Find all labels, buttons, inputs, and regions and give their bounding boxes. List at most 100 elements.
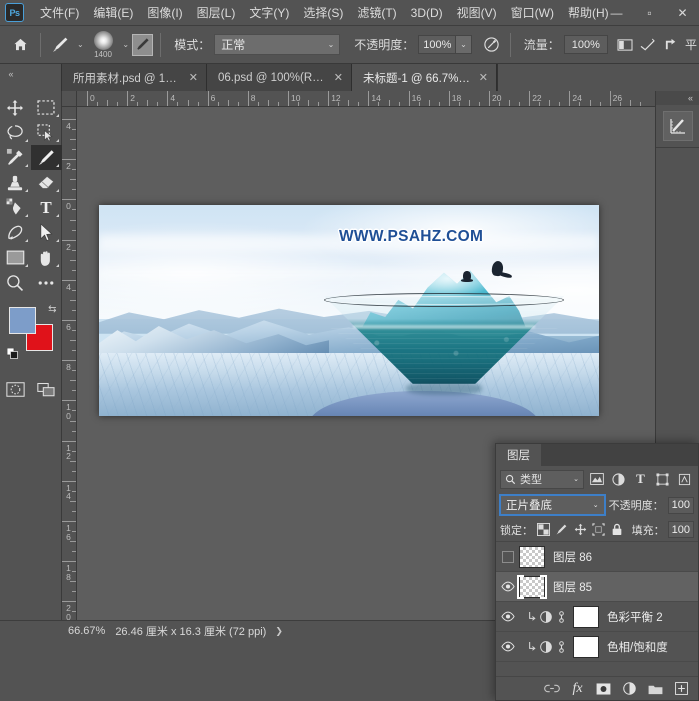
filter-adjustment-icon[interactable]: [609, 470, 628, 489]
brush-preset-picker[interactable]: ⌄: [48, 33, 87, 57]
link-layers-icon[interactable]: [543, 680, 560, 697]
chevron-down-icon[interactable]: ⌄: [74, 40, 87, 49]
symmetry-button[interactable]: [660, 33, 683, 57]
filter-shape-icon[interactable]: [653, 470, 672, 489]
horizontal-ruler[interactable]: 0 2 4 6 8 10 12 14 16 18 20 22 24 26: [62, 91, 655, 107]
layer-list[interactable]: 图层 86 图层 85 色彩平衡 2 色相/饱和度: [496, 542, 698, 676]
opacity-input[interactable]: 100%: [418, 35, 457, 54]
add-layer-mask-icon[interactable]: [595, 680, 612, 697]
tab-layers[interactable]: 图层: [496, 444, 541, 466]
brush-size-preview[interactable]: 1400: [87, 30, 120, 59]
layer-opacity-input[interactable]: 100: [667, 496, 694, 514]
maximize-button[interactable]: ▫: [633, 0, 666, 26]
layer-name[interactable]: 图层 86: [553, 549, 592, 565]
menu-type[interactable]: 文字(Y): [242, 0, 296, 25]
lock-position-icon[interactable]: [573, 521, 588, 538]
layer-thumbnail[interactable]: [573, 605, 599, 628]
mask-link-icon[interactable]: [555, 610, 568, 623]
document-tab[interactable]: 未标题-1 @ 66.7% (图层 85, RGB/8#) * ✕: [352, 64, 497, 91]
layer-name[interactable]: 色彩平衡 2: [607, 609, 663, 625]
layer-blend-mode-select[interactable]: 正片叠底 ⌄: [499, 494, 606, 516]
eraser-tool[interactable]: [31, 170, 62, 195]
close-tab-icon[interactable]: ✕: [334, 71, 343, 84]
layer-visibility-off-icon[interactable]: [496, 542, 519, 572]
edit-toolbar-more[interactable]: [31, 270, 62, 295]
lasso-tool[interactable]: [0, 120, 31, 145]
smoothing-options-button[interactable]: [614, 33, 637, 57]
layer-visibility-eye-icon[interactable]: [496, 572, 519, 602]
rectangle-tool[interactable]: [0, 245, 31, 270]
close-tab-icon[interactable]: ✕: [479, 71, 488, 84]
lock-image-icon[interactable]: [554, 521, 569, 538]
new-layer-icon[interactable]: [673, 680, 690, 697]
menu-filter[interactable]: 滤镜(T): [350, 0, 403, 25]
flow-input[interactable]: 100%: [563, 35, 608, 54]
blend-mode-select[interactable]: 正常 ⌄: [214, 34, 341, 55]
layer-fill-input[interactable]: 100: [667, 521, 694, 538]
adjustment-thumbnail-icon[interactable]: [540, 640, 553, 653]
menu-file[interactable]: 文件(F): [33, 0, 86, 25]
layer-style-icon[interactable]: fx: [569, 680, 586, 697]
layer-visibility-eye-icon[interactable]: [496, 602, 519, 632]
close-button[interactable]: ✕: [666, 0, 699, 26]
expand-panels-button[interactable]: «: [656, 91, 699, 105]
stamp-tool[interactable]: [0, 170, 31, 195]
clip-to-layer-icon[interactable]: [525, 640, 538, 653]
swap-colors-icon[interactable]: ⇆: [48, 304, 56, 315]
clip-to-layer-icon[interactable]: [525, 610, 538, 623]
screen-mode-toggle[interactable]: [31, 377, 62, 402]
rectangular-marquee-tool[interactable]: [31, 95, 62, 120]
lock-artboard-icon[interactable]: [591, 521, 606, 538]
opacity-stepper[interactable]: ⌄: [456, 35, 472, 54]
filter-type-icon[interactable]: T: [631, 470, 650, 489]
pen-tool[interactable]: [0, 220, 31, 245]
layer-row[interactable]: 色彩平衡 2: [496, 602, 698, 632]
new-adjustment-layer-icon[interactable]: [621, 680, 638, 697]
document-canvas[interactable]: WWW.PSAHZ.COM: [99, 205, 599, 416]
menu-view[interactable]: 视图(V): [450, 0, 504, 25]
layer-name[interactable]: 图层 85: [553, 579, 592, 595]
filter-type-select[interactable]: 类型 ⌄: [500, 469, 584, 489]
airbrush-toggle[interactable]: [480, 33, 503, 57]
status-expand-arrow-icon[interactable]: ❯: [266, 626, 283, 637]
document-tab[interactable]: 06.psd @ 100%(RG... ✕: [207, 64, 352, 91]
mask-link-icon[interactable]: [555, 640, 568, 653]
layer-row[interactable]: 图层 85: [496, 572, 698, 602]
layer-thumbnail[interactable]: [517, 574, 547, 599]
layer-visibility-eye-icon[interactable]: [496, 632, 519, 662]
menu-layer[interactable]: 图层(L): [190, 0, 243, 25]
brush-preset-chevron-down-icon[interactable]: ⌄: [119, 40, 132, 49]
move-tool[interactable]: [0, 95, 31, 120]
menu-edit[interactable]: 编辑(E): [86, 0, 140, 25]
menu-window[interactable]: 窗口(W): [504, 0, 561, 25]
filter-smart-object-icon[interactable]: [675, 470, 694, 489]
quick-mask-toggle[interactable]: [0, 377, 31, 402]
brush-angle-button[interactable]: [637, 33, 660, 57]
new-group-icon[interactable]: [647, 680, 664, 697]
close-tab-icon[interactable]: ✕: [189, 71, 198, 84]
path-selection-tool[interactable]: [31, 220, 62, 245]
lock-transparency-icon[interactable]: [536, 521, 551, 538]
gradient-tool[interactable]: [0, 195, 31, 220]
menu-select[interactable]: 选择(S): [296, 0, 350, 25]
minimize-button[interactable]: —: [600, 0, 633, 26]
zoom-level[interactable]: 66.67%: [62, 625, 115, 637]
brush-panel-button[interactable]: [132, 33, 154, 56]
type-tool[interactable]: T: [31, 195, 62, 220]
collapse-panels-button[interactable]: «: [0, 64, 22, 91]
adjustment-thumbnail-icon[interactable]: [540, 610, 553, 623]
filter-pixel-icon[interactable]: [587, 470, 606, 489]
lock-all-icon[interactable]: [609, 521, 624, 538]
default-colors-icon[interactable]: [6, 348, 18, 359]
layer-row[interactable]: 图层 86: [496, 542, 698, 572]
layer-thumbnail[interactable]: [519, 545, 545, 568]
brush-tool[interactable]: [30, 145, 62, 170]
hand-tool[interactable]: [31, 245, 62, 270]
document-tab[interactable]: 所用素材.psd @ 10... ✕: [62, 64, 207, 91]
zoom-tool[interactable]: [0, 270, 31, 295]
layer-row[interactable]: 色相/饱和度: [496, 632, 698, 662]
foreground-color-swatch[interactable]: [8, 307, 36, 334]
vertical-ruler[interactable]: 4 2 0 2 4 6 8 10 12 14 16 18 20: [62, 107, 77, 620]
menu-3d[interactable]: 3D(D): [404, 2, 450, 24]
home-button[interactable]: [8, 32, 33, 58]
